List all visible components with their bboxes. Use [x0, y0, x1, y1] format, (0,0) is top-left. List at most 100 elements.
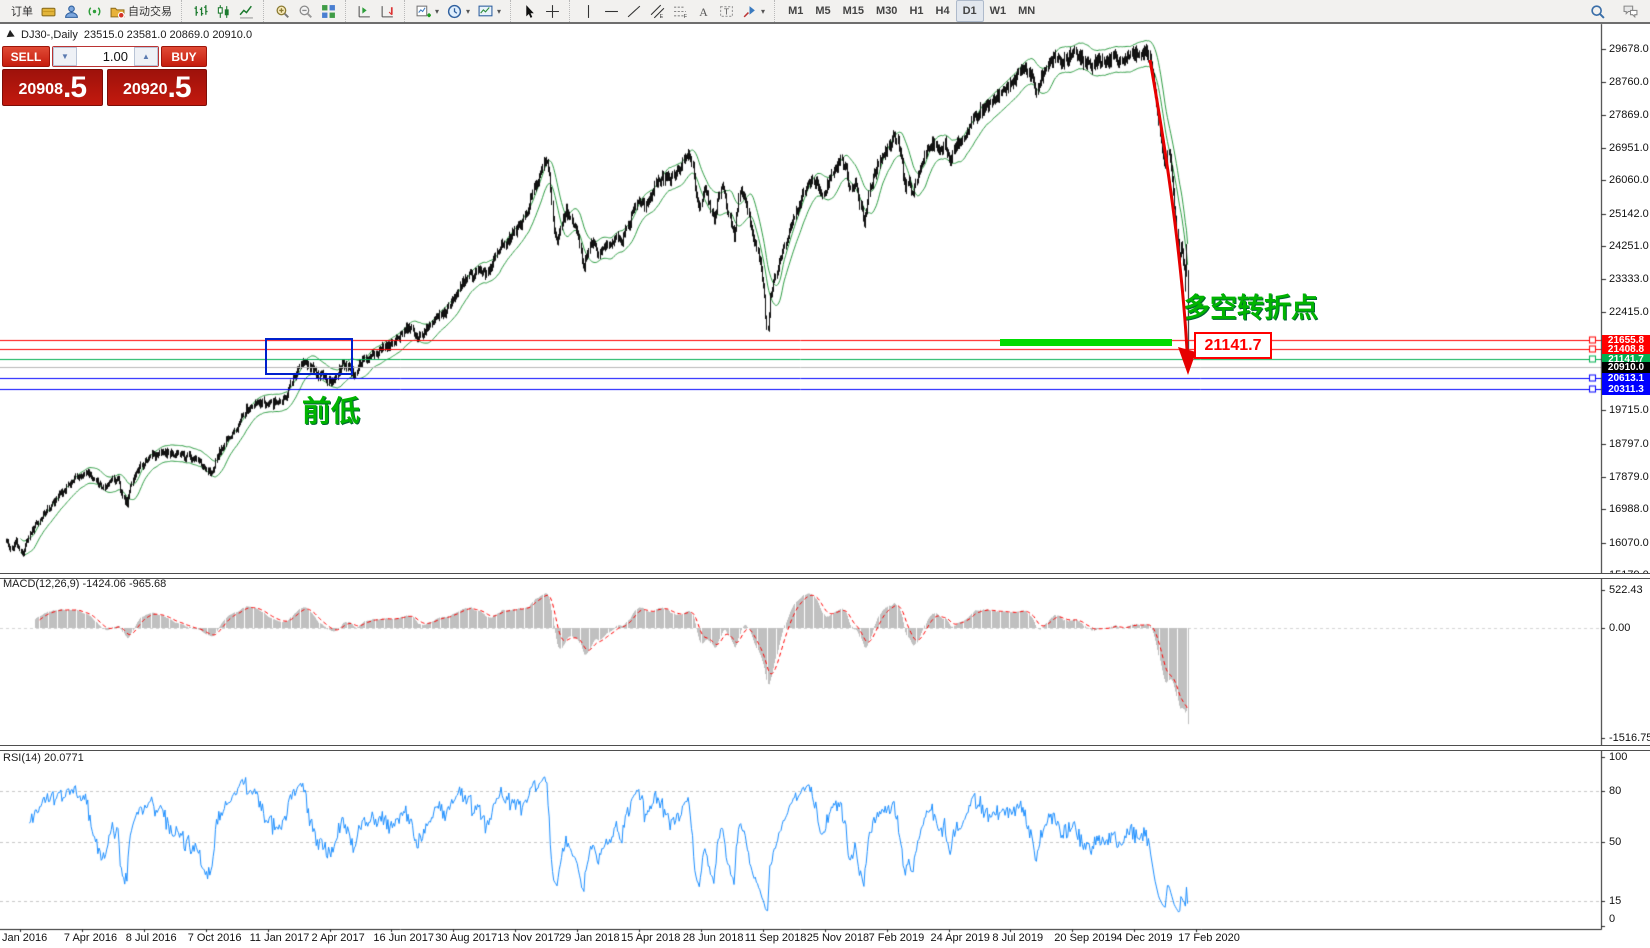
- tf-h4-button[interactable]: H4: [930, 1, 956, 21]
- volume-spinner: ▼ 1.00 ▲: [52, 46, 159, 67]
- tf-w1-button[interactable]: W1: [984, 1, 1013, 21]
- indicators-dropdown-icon[interactable]: ▾: [435, 7, 439, 16]
- one-click-trade-panel: SELL ▼ 1.00 ▲ BUY 20908 .5 20920 .5: [2, 46, 207, 106]
- date-tick-label: 16 Jun 2017: [373, 932, 434, 944]
- tf-m1-button[interactable]: M1: [782, 1, 809, 21]
- periods-dropdown-icon[interactable]: ▾: [466, 7, 470, 16]
- price-tick-label: 27869.0: [1609, 109, 1649, 121]
- tf-m15-label: M15: [843, 5, 864, 17]
- date-tick-label: 17 Feb 2020: [1178, 932, 1240, 944]
- cursor-button[interactable]: [518, 1, 541, 21]
- search-button[interactable]: [1586, 1, 1609, 21]
- vline-icon: [581, 4, 596, 19]
- channel-icon: E: [650, 4, 665, 19]
- channel-button[interactable]: E: [646, 1, 669, 21]
- consolidation-rectangle-object[interactable]: [265, 338, 353, 375]
- toolbar-group-zoom: [263, 0, 345, 22]
- tf-mn-button[interactable]: MN: [1012, 1, 1041, 21]
- chart-symbol-label: DJ30-,Daily: [21, 29, 78, 41]
- templates-dropdown-icon[interactable]: ▾: [497, 7, 501, 16]
- arrows-dropdown-icon[interactable]: ▾: [761, 7, 765, 16]
- tf-h1-button[interactable]: H1: [903, 1, 929, 21]
- tf-m30-button[interactable]: M30: [870, 1, 903, 21]
- periods-button[interactable]: ▾: [443, 1, 474, 21]
- tf-m15-button[interactable]: M15: [837, 1, 870, 21]
- tile-windows-button[interactable]: [317, 1, 340, 21]
- indicators-button[interactable]: ▾: [412, 1, 443, 21]
- chat-button[interactable]: [1619, 1, 1642, 21]
- trading-terminal-window: 订单 自动交易 ▾ ▾ ▾ E F AT ▾ M1 M5 M15 M30H1H4D1 W1 MN DJ30-…: [0, 0, 1650, 948]
- level-price-label-object[interactable]: 21141.7: [1194, 332, 1272, 359]
- date-tick-label: 24 Apr 2019: [931, 932, 990, 944]
- sell-price-dec: .5: [63, 73, 86, 103]
- line-chart-button[interactable]: [235, 1, 258, 21]
- price-tick-label: 19715.0: [1609, 404, 1649, 416]
- buy-price-int: 20920: [123, 77, 168, 103]
- price-chart-canvas[interactable]: [0, 0, 1650, 948]
- vline-button[interactable]: [577, 1, 600, 21]
- tf-m5-label: M5: [815, 5, 830, 17]
- sell-button[interactable]: SELL: [2, 46, 50, 67]
- line-chart-icon: [239, 4, 254, 19]
- tf-d1-button[interactable]: D1: [956, 0, 984, 22]
- sell-price-display[interactable]: 20908 .5: [2, 69, 103, 106]
- previous-low-text-object[interactable]: 前低: [302, 388, 360, 430]
- volume-decrease-button[interactable]: ▼: [53, 47, 77, 66]
- volume-increase-button[interactable]: ▲: [134, 47, 158, 66]
- trendline-button[interactable]: [623, 1, 646, 21]
- price-tick-label: 23333.0: [1609, 273, 1649, 285]
- account-icon: [64, 4, 79, 19]
- arrows-button[interactable]: ▾: [738, 1, 769, 21]
- sell-price-int: 20908: [18, 77, 63, 103]
- new-order-label: 订单: [11, 3, 33, 19]
- templates-button[interactable]: ▾: [474, 1, 505, 21]
- toolbar-group-insert: ▾ ▾ ▾: [404, 0, 510, 22]
- crosshair-icon: [545, 4, 560, 19]
- zoom-in-icon: [275, 4, 290, 19]
- tf-m5-button[interactable]: M5: [809, 1, 836, 21]
- signal-button[interactable]: [83, 1, 106, 21]
- tf-m1-label: M1: [788, 5, 803, 17]
- tf-mn-label: MN: [1018, 5, 1035, 17]
- toolbar-group-chart-type: [181, 0, 263, 22]
- hline-button[interactable]: [600, 1, 623, 21]
- account-button[interactable]: [60, 1, 83, 21]
- price-tick-label: 22415.0: [1609, 306, 1649, 318]
- rsi-panel-splitter[interactable]: [0, 745, 1650, 751]
- tile-windows-icon: [321, 4, 336, 19]
- gold-button[interactable]: [37, 1, 60, 21]
- macd-panel-splitter[interactable]: [0, 573, 1650, 579]
- date-tick-label: 8 Jul 2016: [126, 932, 177, 944]
- candles-button[interactable]: [212, 1, 235, 21]
- zoom-in-button[interactable]: [271, 1, 294, 21]
- text-icon: A: [696, 4, 711, 19]
- support-thick-line-object[interactable]: [1000, 339, 1172, 346]
- date-tick-label: 30 Aug 2017: [435, 932, 497, 944]
- rsi-scale-label: 100: [1609, 751, 1627, 763]
- bars-button[interactable]: [189, 1, 212, 21]
- buy-price-display[interactable]: 20920 .5: [107, 69, 208, 106]
- periods-icon: [447, 4, 462, 19]
- toolbar-group-objects: E F AT ▾: [569, 0, 774, 22]
- turning-point-text-object[interactable]: 多空转折点: [1183, 286, 1318, 325]
- bars-icon: [193, 4, 208, 19]
- buy-button[interactable]: BUY: [161, 46, 207, 67]
- macd-indicator-label: MACD(12,26,9) -1424.06 -965.68: [3, 578, 166, 590]
- date-tick-label: 25 Nov 2018: [807, 932, 869, 944]
- crosshair-button[interactable]: [541, 1, 564, 21]
- text-button[interactable]: A: [692, 1, 715, 21]
- chart-shift-button[interactable]: [353, 1, 376, 21]
- svg-text:F: F: [684, 13, 688, 18]
- zoom-out-button[interactable]: [294, 1, 317, 21]
- chart-title: DJ30-,Daily 23515.0 23581.0 20869.0 2091…: [8, 29, 252, 41]
- new-order-button[interactable]: 订单: [7, 1, 37, 21]
- fibonacci-button[interactable]: F: [669, 1, 692, 21]
- auto-scroll-icon: [380, 4, 395, 19]
- volume-value[interactable]: 1.00: [77, 47, 134, 66]
- auto-scroll-button[interactable]: [376, 1, 399, 21]
- tf-w1-label: W1: [990, 5, 1007, 17]
- autotrading-button[interactable]: 自动交易: [106, 1, 176, 21]
- toolbar: 订单 自动交易 ▾ ▾ ▾ E F AT ▾ M1 M5 M15 M30H1H4D1 W1 MN: [0, 0, 1650, 24]
- label-button[interactable]: T: [715, 1, 738, 21]
- chart-shift-icon: [357, 4, 372, 19]
